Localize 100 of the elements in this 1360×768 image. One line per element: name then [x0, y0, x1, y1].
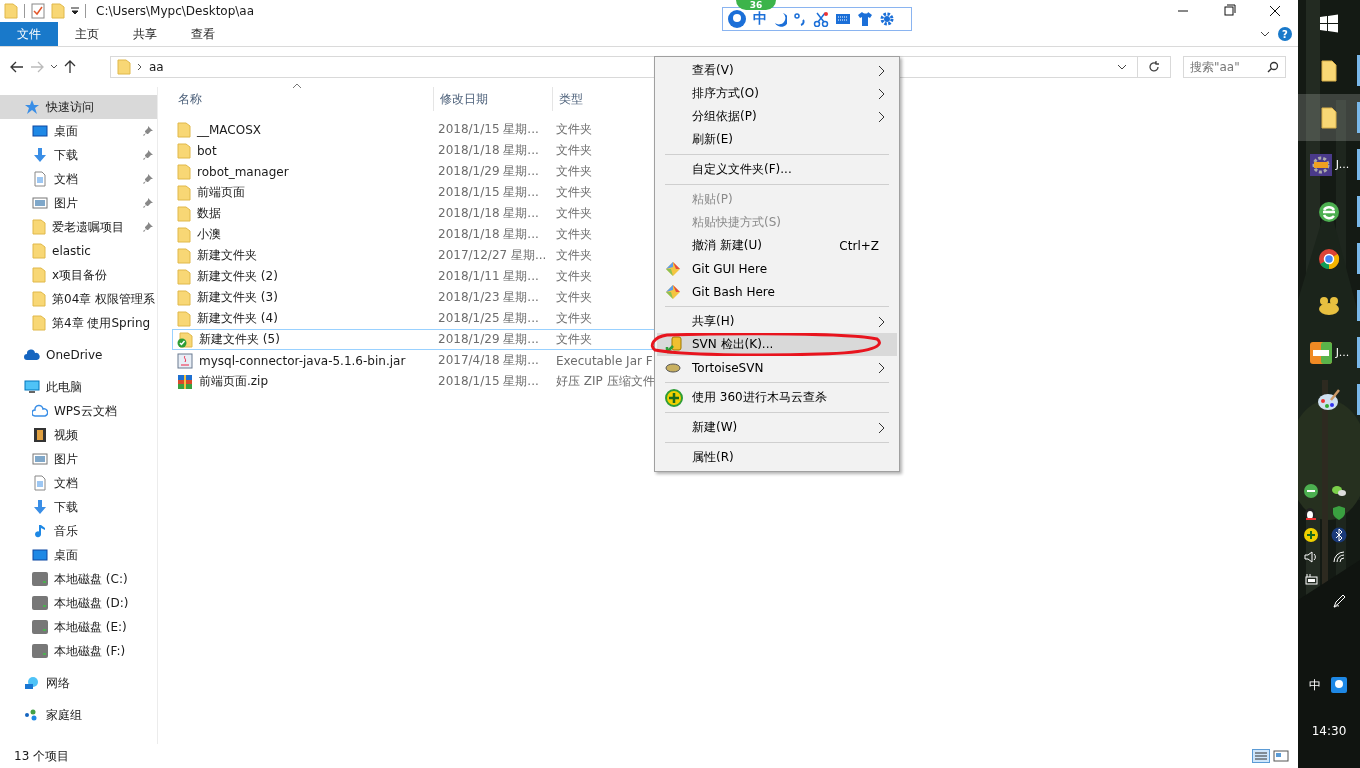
file-name: __MACOSX: [197, 122, 261, 137]
checkout-icon: [665, 335, 683, 354]
sidebar-item[interactable]: 此电脑: [0, 375, 157, 399]
details-view-icon[interactable]: [1252, 749, 1270, 763]
speaker-icon[interactable]: [1303, 549, 1319, 565]
chrome-icon[interactable]: [1317, 246, 1341, 271]
down-arrow-icon: [32, 499, 48, 515]
moon-icon[interactable]: [773, 11, 787, 27]
sidebar-item[interactable]: 音乐: [0, 519, 157, 543]
wifi-icon[interactable]: [1331, 549, 1347, 565]
tiles-view-icon[interactable]: [1272, 749, 1290, 763]
column-header[interactable]: 修改日期: [434, 87, 553, 111]
file-name: 新建文件夹 (4): [197, 310, 278, 327]
sidebar-item[interactable]: 本地磁盘 (E:): [0, 615, 157, 639]
menu-item[interactable]: 撤消 新建(U) Ctrl+Z: [657, 234, 897, 257]
sidebar-item[interactable]: 桌面: [0, 119, 157, 143]
chevron-down-icon[interactable]: [1260, 31, 1270, 37]
menu-item[interactable]: Git GUI Here: [657, 257, 897, 280]
menu-item[interactable]: 新建(W): [657, 416, 897, 439]
battery-icon[interactable]: [1303, 571, 1319, 587]
document-icon: [32, 475, 48, 491]
file-name: 新建文件夹: [197, 247, 257, 264]
chevron-down-icon[interactable]: [50, 64, 58, 70]
up-arrow-icon[interactable]: [64, 60, 76, 74]
input-method-indicator[interactable]: 中: [1303, 677, 1327, 694]
sidebar-item[interactable]: elastic: [0, 239, 157, 263]
ribbon-tab[interactable]: 共享: [116, 22, 174, 46]
file-type: 文件夹: [556, 142, 592, 159]
file-type: 文件夹: [556, 310, 592, 327]
sidebar-item[interactable]: 本地磁盘 (C:): [0, 567, 157, 591]
file-type: 文件夹: [556, 268, 592, 285]
menu-item[interactable]: Git Bash Here: [657, 280, 897, 303]
notification-badge: 36: [736, 0, 776, 10]
file-name: 新建文件夹 (2): [197, 268, 278, 285]
chevron-right-icon: [137, 63, 143, 71]
sidebar-item[interactable]: 文档: [0, 471, 157, 495]
pen-icon[interactable]: [1331, 593, 1347, 609]
sidebar-item[interactable]: 第04章 权限管理系: [0, 287, 157, 311]
modified-date: 2017/12/27 星期...: [438, 247, 547, 264]
new-folder-icon: [51, 3, 65, 19]
browser-icon[interactable]: [1303, 483, 1319, 499]
window-title: C:\Users\Mypc\Desktop\aa: [96, 4, 255, 18]
penguin-icon[interactable]: [1303, 505, 1319, 521]
file-type: 文件夹: [556, 247, 592, 264]
scissors-icon[interactable]: [813, 11, 829, 27]
folder-icon: [32, 267, 46, 283]
help-button[interactable]: ?: [1278, 27, 1292, 41]
settings-icon[interactable]: [879, 11, 895, 27]
sidebar-item[interactable]: 本地磁盘 (F:): [0, 639, 157, 663]
sidebar-item[interactable]: 爱老遗嘱项目: [0, 215, 157, 239]
ribbon-tab[interactable]: 查看: [174, 22, 232, 46]
sidebar-item[interactable]: x项目备份: [0, 263, 157, 287]
sidebar-item[interactable]: 桌面: [0, 543, 157, 567]
dropdown-icon[interactable]: [71, 7, 79, 15]
star-icon: [24, 99, 40, 115]
shield-icon[interactable]: [1331, 505, 1347, 521]
sidebar-item[interactable]: OneDrive: [0, 343, 157, 367]
sidebar-item[interactable]: 下载: [0, 143, 157, 167]
punctuation-icon[interactable]: [793, 11, 807, 27]
sidebar-item[interactable]: 视频: [0, 423, 157, 447]
file-name: 小澳: [197, 226, 221, 243]
browser-icon[interactable]: [1317, 199, 1341, 224]
sidebar-item[interactable]: 下载: [0, 495, 157, 519]
sidebar-item[interactable]: 图片: [0, 191, 157, 215]
chat-bubbles-icon[interactable]: [1331, 483, 1347, 499]
menu-item[interactable]: 属性(R): [657, 446, 897, 469]
sidebar-item[interactable]: 家庭组: [0, 703, 157, 727]
back-arrow-icon[interactable]: [10, 61, 24, 73]
properties-icon[interactable]: [31, 3, 45, 19]
ribbon-tab[interactable]: 主页: [58, 22, 116, 46]
sidebar-item[interactable]: 第4章 使用Spring: [0, 311, 157, 335]
taskbar-label: J...: [1335, 158, 1350, 171]
sidebar-item[interactable]: 网络: [0, 671, 157, 695]
folder-icon: [177, 121, 191, 138]
folder-icon: [32, 219, 46, 235]
drive-icon: [32, 595, 48, 611]
folder-icon: [177, 247, 191, 264]
breadcrumb[interactable]: aa: [149, 60, 164, 74]
palette-icon[interactable]: [1317, 387, 1341, 412]
input-mode[interactable]: 中: [753, 10, 767, 28]
user-icon[interactable]: [727, 9, 747, 29]
file-name: 前端页面.zip: [199, 373, 269, 390]
sidebar-item[interactable]: 文档: [0, 167, 157, 191]
bluetooth-icon[interactable]: [1331, 527, 1347, 543]
shirt-icon[interactable]: [857, 11, 873, 27]
folder-icon: [4, 3, 18, 19]
menu-item[interactable]: 自定义文件夹(F)...: [657, 158, 897, 181]
sidebar-item[interactable]: 快速访问: [0, 95, 157, 119]
clock[interactable]: 14:30: [1298, 702, 1360, 768]
sidebar-item[interactable]: 本地磁盘 (D:): [0, 591, 157, 615]
monitor-icon: [32, 123, 48, 139]
sidebar-item[interactable]: 图片: [0, 447, 157, 471]
sidebar-item[interactable]: WPS云文档: [0, 399, 157, 423]
plus-circle-icon[interactable]: [1303, 527, 1319, 543]
ribbon-tab[interactable]: 文件: [0, 22, 58, 46]
column-header[interactable]: 名称: [172, 87, 434, 111]
menu-item[interactable]: 刷新(E): [657, 128, 897, 151]
folder-icon: [177, 289, 191, 306]
keyboard-icon[interactable]: [835, 13, 851, 25]
down-arrow-icon: [32, 147, 48, 163]
